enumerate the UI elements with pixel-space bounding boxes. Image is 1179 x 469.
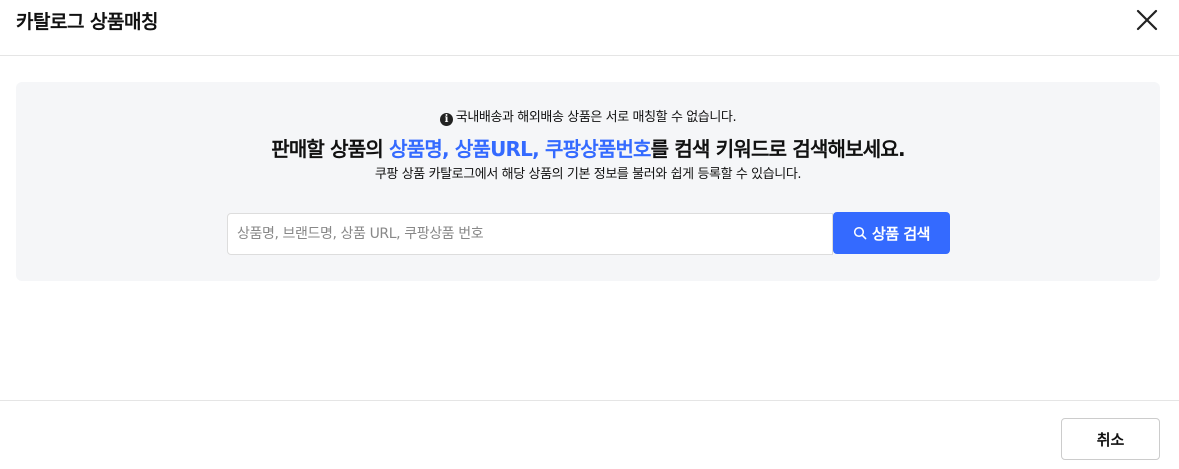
search-button-label: 상품 검색 <box>872 224 930 243</box>
catalog-matching-modal: 카탈로그 상품매칭 i 국내배송과 해외배송 상품은 서로 매칭할 수 없습니다.… <box>0 0 1179 469</box>
info-icon: i <box>439 113 453 126</box>
modal-footer: 취소 <box>0 400 1179 469</box>
headline-highlight: 상품명, 상품URL, 쿠팡상품번호 <box>389 137 651 161</box>
product-search-button[interactable]: 상품 검색 <box>833 212 950 254</box>
cancel-button[interactable]: 취소 <box>1061 418 1160 460</box>
search-icon <box>853 226 867 240</box>
modal-title: 카탈로그 상품매칭 <box>16 11 158 33</box>
close-icon[interactable] <box>1133 6 1161 34</box>
notice-line: i 국내배송과 해외배송 상품은 서로 매칭할 수 없습니다. <box>16 109 1160 127</box>
headline: 판매할 상품의 상품명, 상품URL, 쿠팡상품번호를 컴색 키워드로 검색해보… <box>16 136 1160 162</box>
modal-header: 카탈로그 상품매칭 <box>0 0 1179 56</box>
search-input[interactable] <box>227 213 833 255</box>
headline-suffix: 를 컴색 키워드로 검색해보세요. <box>650 137 906 161</box>
headline-prefix: 판매할 상품의 <box>271 137 390 161</box>
search-panel: i 국내배송과 해외배송 상품은 서로 매칭할 수 없습니다. 판매할 상품의 상… <box>16 82 1160 281</box>
notice-text: 국내배송과 해외배송 상품은 서로 매칭할 수 없습니다. <box>455 110 737 125</box>
subtext: 쿠팡 상품 카탈로그에서 해당 상품의 기본 정보를 불러와 쉽게 등록할 수 … <box>374 167 802 182</box>
